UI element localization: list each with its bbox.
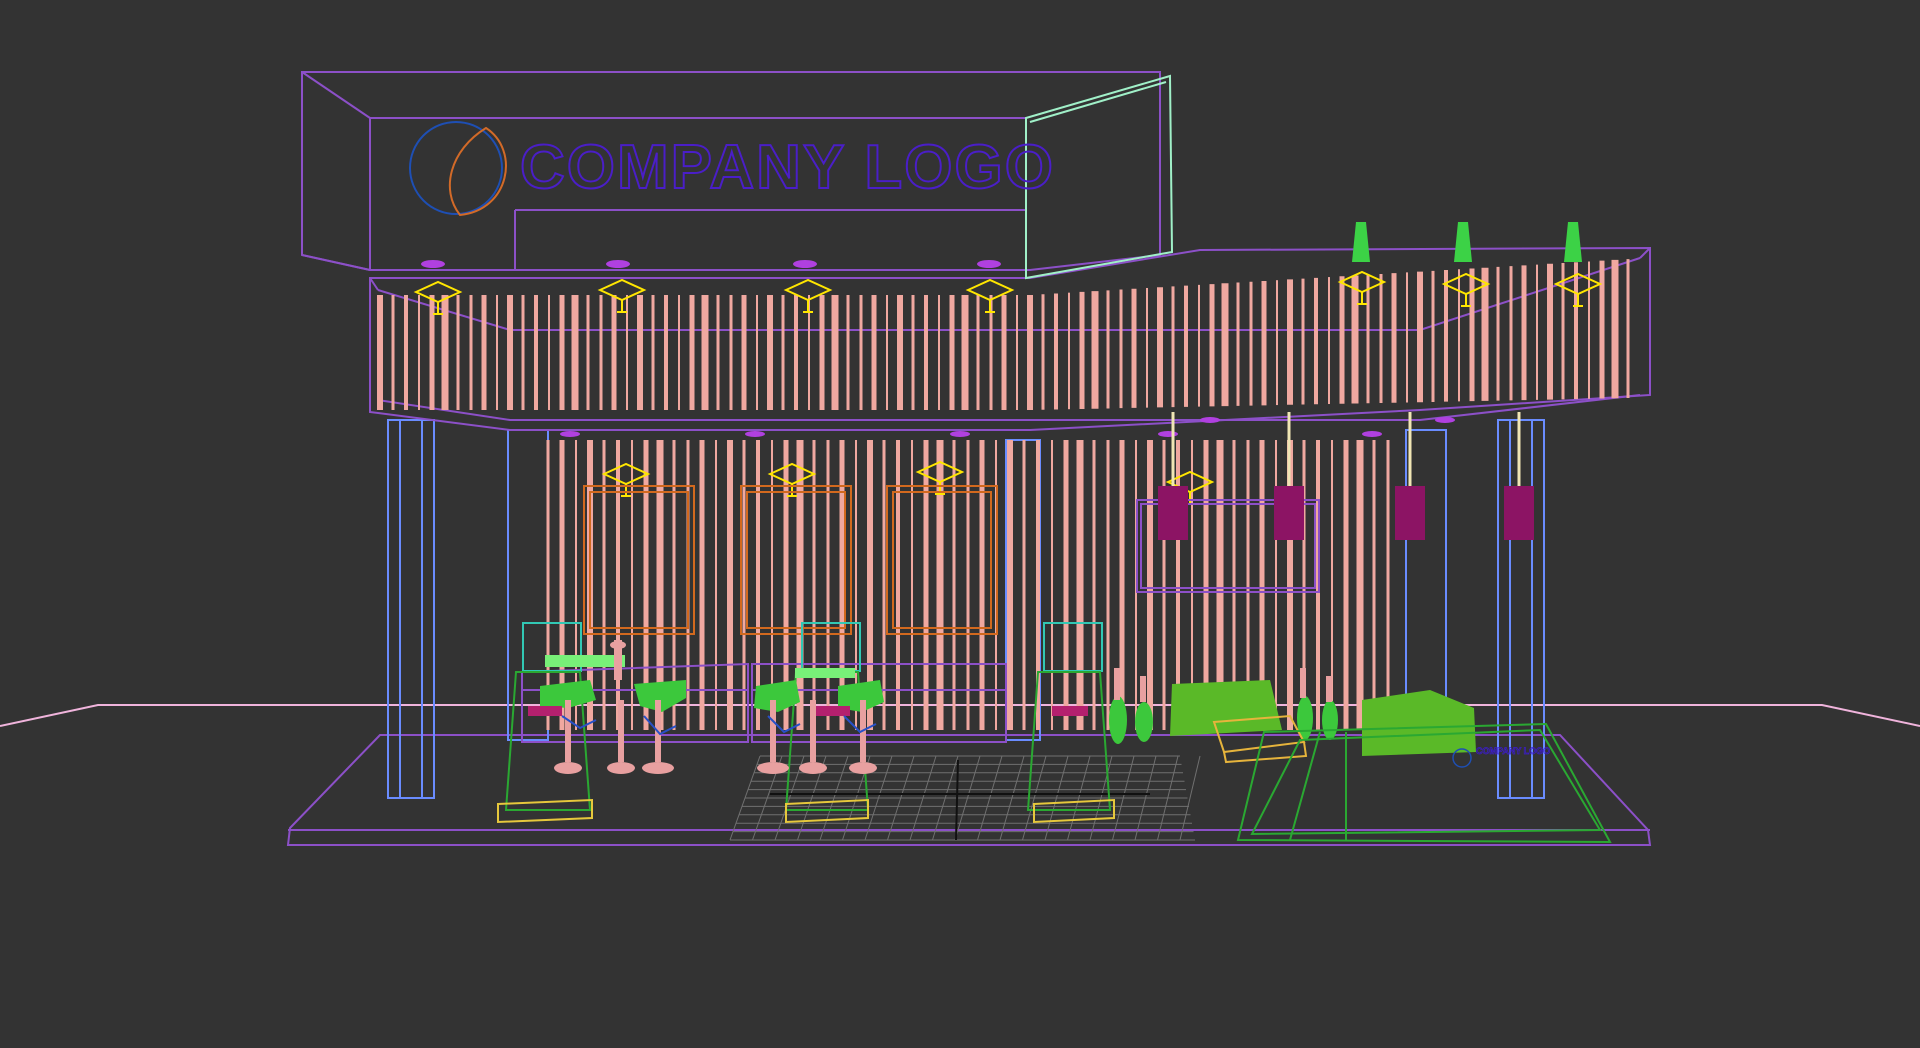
canopy-slats bbox=[377, 259, 1630, 410]
counter-accents bbox=[528, 706, 1088, 716]
canopy-pendant-lamps bbox=[1352, 222, 1582, 262]
crescent-emblem-icon bbox=[409, 121, 507, 217]
ground-plane-outline bbox=[0, 704, 1920, 727]
wireframe-scene: COMPANY LOGO COMPANY LOGO bbox=[0, 71, 1920, 846]
logo-text: COMPANY LOGO bbox=[520, 133, 1055, 202]
company-logo: COMPANY LOGO bbox=[409, 121, 1055, 217]
counter-logo-text: COMPANY LOGO bbox=[1476, 746, 1550, 756]
3d-viewport[interactable]: COMPANY LOGO COMPANY LOGO bbox=[0, 0, 1920, 1048]
